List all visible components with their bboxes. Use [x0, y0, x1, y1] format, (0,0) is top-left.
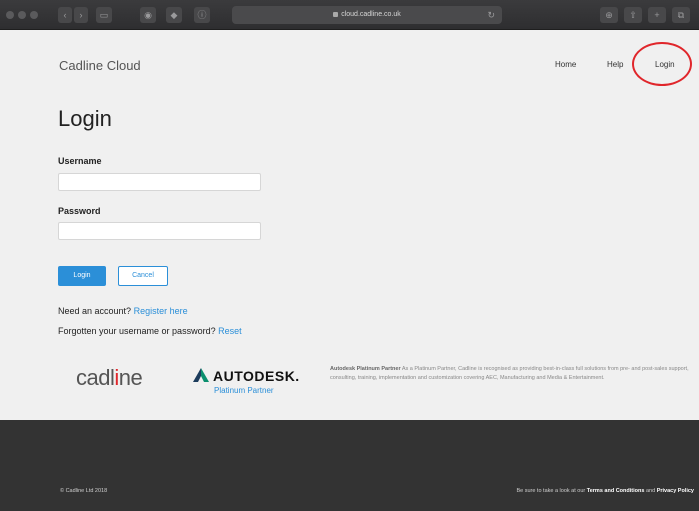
address-bar[interactable]: cloud.cadline.co.uk ↻	[232, 6, 502, 24]
site-footer: © Cadline Ltd 2018 Be sure to take a loo…	[0, 420, 699, 511]
url-text: cloud.cadline.co.uk	[341, 11, 401, 18]
autodesk-a-icon	[193, 368, 209, 382]
browser-toolbar: ‹ › ▭ ◉ ◆ ⓘ cloud.cadline.co.uk ↻ ⊕ ⇧ + …	[0, 0, 699, 30]
maximize-window-icon[interactable]	[30, 11, 38, 19]
login-button[interactable]: Login	[58, 266, 106, 286]
site-brand[interactable]: Cadline Cloud	[59, 58, 141, 73]
terms-line: Be sure to take a look at our Terms and …	[516, 488, 694, 494]
terms-and: and	[645, 488, 656, 494]
reload-icon[interactable]: ↻	[487, 6, 495, 24]
privacy-link[interactable]: Privacy Policy	[657, 488, 694, 494]
password-field[interactable]	[58, 222, 261, 240]
need-account-text: Need an account?	[58, 306, 132, 316]
forward-icon[interactable]: ›	[74, 7, 88, 23]
page-content: Cadline Cloud Home Help Login Login User…	[0, 30, 699, 420]
nav-home[interactable]: Home	[555, 60, 576, 69]
shield-icon[interactable]: ◆	[166, 7, 182, 23]
page-title: Login	[58, 106, 112, 131]
copyright-text: © Cadline Ltd 2018	[60, 488, 108, 494]
download-icon[interactable]: ⊕	[600, 7, 618, 23]
partner-blurb: Autodesk Platinum Partner As a Platinum …	[330, 365, 692, 383]
username-label: Username	[58, 156, 102, 166]
autodesk-subtitle: Platinum Partner	[214, 386, 274, 395]
register-link[interactable]: Register here	[134, 306, 188, 316]
autodesk-wordmark: AUTODESK.	[213, 368, 300, 384]
cadline-logo: cadline	[76, 365, 143, 391]
minimize-window-icon[interactable]	[18, 11, 26, 19]
nav-help[interactable]: Help	[607, 60, 623, 69]
forgot-line: Forgotten your username or password? Res…	[58, 326, 242, 336]
terms-prefix: Be sure to take a look at our	[516, 488, 586, 494]
lock-icon	[333, 11, 339, 17]
tabs-overview-icon[interactable]: ⧉	[672, 7, 690, 23]
partner-blurb-title: Autodesk Platinum Partner	[330, 366, 401, 372]
sidebar-icon[interactable]: ▭	[96, 7, 112, 23]
highlight-circle	[632, 42, 692, 86]
cadline-logo-pre: cadl	[76, 365, 115, 390]
close-window-icon[interactable]	[6, 11, 14, 19]
cancel-button[interactable]: Cancel	[118, 266, 168, 286]
cadline-logo-post: ne	[118, 365, 143, 390]
share-icon[interactable]: ⇧	[624, 7, 642, 23]
forgot-text: Forgotten your username or password?	[58, 326, 216, 336]
password-label: Password	[58, 206, 101, 216]
username-field[interactable]	[58, 173, 261, 191]
info-icon[interactable]: ⓘ	[194, 7, 210, 23]
extension-icon[interactable]: ◉	[140, 7, 156, 23]
register-line: Need an account? Register here	[58, 306, 188, 316]
back-icon[interactable]: ‹	[58, 7, 72, 23]
terms-link[interactable]: Terms and Conditions	[587, 488, 645, 494]
reset-link[interactable]: Reset	[218, 326, 242, 336]
new-tab-icon[interactable]: +	[648, 7, 666, 23]
